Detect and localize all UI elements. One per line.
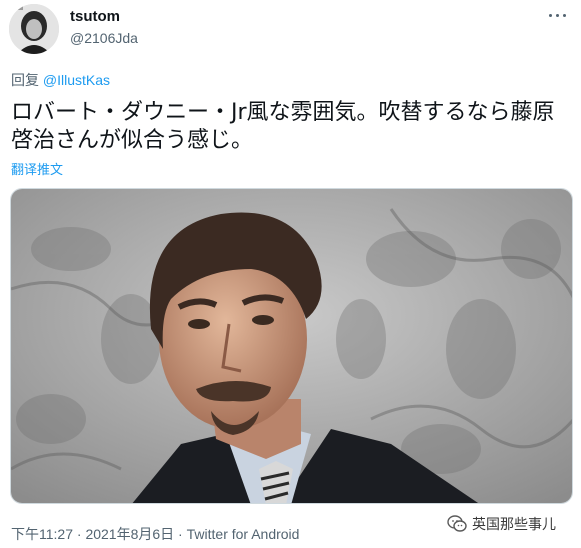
tweet-date[interactable]: 2021年8月6日	[85, 526, 174, 542]
watermark: 英国那些事儿	[447, 514, 556, 534]
user-handle[interactable]: @2106Jda	[70, 30, 138, 46]
more-options-button[interactable]	[546, 7, 570, 23]
avatar[interactable]	[9, 4, 59, 54]
reply-prefix: 回复	[11, 72, 43, 88]
tweet-time[interactable]: 下午11:27	[11, 526, 73, 542]
tweet-source[interactable]: Twitter for Android	[187, 526, 300, 542]
translate-tweet-link[interactable]: 翻译推文	[11, 159, 63, 178]
avatar-image	[9, 4, 59, 54]
tweet-meta: 下午11:27 · 2021年8月6日 · Twitter for Androi…	[11, 524, 299, 544]
reply-mention-link[interactable]: @IllustKas	[43, 72, 110, 88]
wechat-logo-icon	[447, 515, 467, 532]
watermark-text: 英国那些事儿	[472, 517, 556, 533]
meta-separator: ·	[73, 526, 86, 542]
meta-separator-2: ·	[174, 526, 187, 542]
tweet-text: ロバート・ダウニー・Jr風な雰囲気。吹替するなら藤原啓治さんが似合う感じ。	[11, 100, 555, 153]
portrait-photo	[11, 189, 572, 503]
reply-context: 回复 @IllustKas	[11, 70, 110, 90]
display-name[interactable]: tsutom	[70, 8, 120, 25]
tweet-photo[interactable]	[10, 188, 573, 504]
more-dots-icon	[549, 14, 552, 17]
